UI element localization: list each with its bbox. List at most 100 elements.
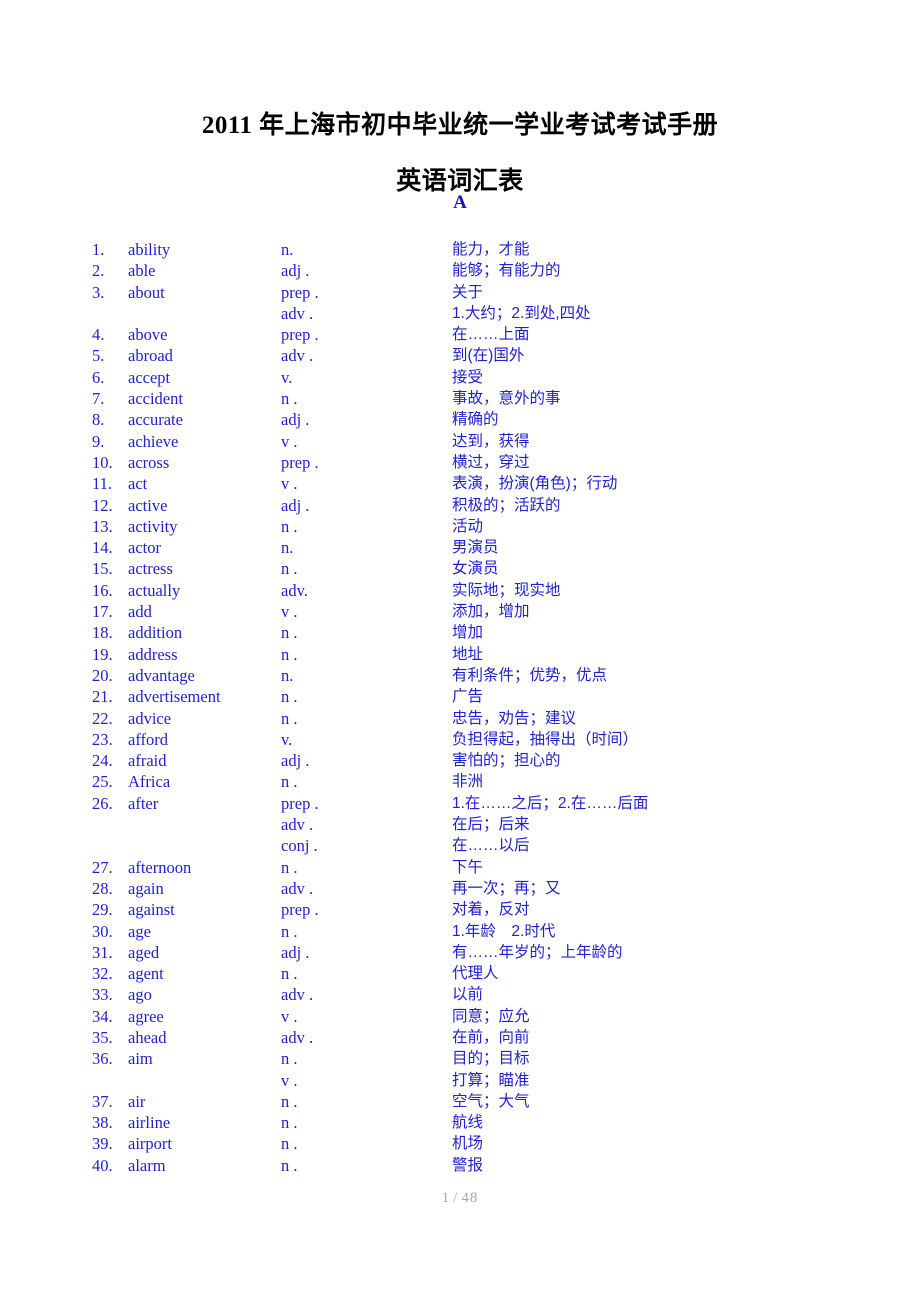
entry-part-of-speech: n . [281, 857, 298, 877]
entry-definition: 对着，反对 [452, 901, 530, 919]
entry-definition: 机场 [452, 1135, 484, 1153]
vocabulary-row: 37. air n . 空气；大气 [0, 1091, 920, 1112]
entry-part-of-speech: n. [281, 665, 294, 685]
entry-number: 21. [92, 687, 113, 707]
entry-part-of-speech: v . [281, 431, 298, 451]
page-title: 2011 年上海市初中毕业统一学业考试考试手册 [201, 111, 719, 139]
vocabulary-row: 32. agent n . 代理人 [0, 963, 920, 984]
entry-part-of-speech: n . [281, 1134, 298, 1154]
entry-word: again [128, 878, 164, 898]
entry-word: actor [128, 538, 161, 558]
entry-word: abroad [128, 346, 173, 366]
entry-number: 27. [92, 857, 113, 877]
entry-number: 37. [92, 1091, 113, 1111]
entry-part-of-speech: n . [281, 389, 298, 409]
entry-part-of-speech: prep . [281, 282, 319, 302]
entry-definition: 关于 [452, 283, 484, 301]
entry-word: activity [128, 516, 178, 536]
entry-number: 26. [92, 793, 113, 813]
section-heading-letter: A [453, 192, 467, 213]
vocabulary-row: 18. addition n . 增加 [0, 622, 920, 643]
vocabulary-row: conj . 在……以后 [0, 835, 920, 856]
entry-definition: 能力，才能 [452, 241, 530, 258]
vocabulary-row: 35. ahead adv . 在前，向前 [0, 1027, 920, 1048]
entry-definition: 有利条件；优势，优点 [452, 666, 608, 684]
entry-part-of-speech: prep . [281, 793, 319, 813]
entry-word: afford [128, 729, 169, 749]
entry-word: aged [128, 942, 160, 962]
entry-word: achieve [128, 431, 179, 451]
entry-definition: 在前，向前 [452, 1028, 530, 1046]
entry-definition: 在……上面 [452, 326, 530, 344]
entry-part-of-speech: v. [281, 367, 293, 387]
entry-definition: 警报 [452, 1156, 484, 1174]
entry-part-of-speech: adv . [281, 985, 314, 1005]
entry-part-of-speech: n . [281, 921, 298, 941]
entry-part-of-speech: v . [281, 474, 298, 494]
vocabulary-row: 3. about prep . 关于 [0, 282, 920, 303]
entry-number: 14. [92, 538, 113, 558]
entry-definition: 负担得起，抽得出（时间） [452, 730, 639, 748]
vocabulary-row: 31. aged adj . 有……年岁的；上年龄的 [0, 942, 920, 963]
entry-definition: 有……年岁的；上年龄的 [452, 943, 623, 961]
entry-part-of-speech: v . [281, 1070, 298, 1090]
vocabulary-row: 4. above prep . 在……上面 [0, 324, 920, 345]
entry-word: airline [128, 1113, 171, 1133]
vocabulary-row: 12. active adj . 积极的；活跃的 [0, 495, 920, 516]
entry-part-of-speech: n . [281, 1091, 298, 1111]
entry-definition: 再一次；再；又 [452, 879, 561, 897]
entry-part-of-speech: adj . [281, 751, 310, 771]
entry-word: add [128, 602, 152, 622]
entry-number: 7. [92, 389, 105, 409]
vocabulary-row: 20. advantage n. 有利条件；优势，优点 [0, 665, 920, 686]
entry-number: 10. [92, 452, 113, 472]
entry-part-of-speech: prep . [281, 452, 319, 472]
vocabulary-row: 7. accident n . 事故，意外的事 [0, 388, 920, 409]
entry-part-of-speech: adv. [281, 580, 308, 600]
entry-definition: 航线 [452, 1114, 484, 1132]
entry-definition: 地址 [452, 645, 484, 663]
entry-part-of-speech: adv . [281, 346, 314, 366]
entry-word: agree [128, 1006, 164, 1026]
entry-word: ahead [128, 1027, 167, 1047]
entry-part-of-speech: adv . [281, 878, 314, 898]
entry-part-of-speech: v . [281, 602, 298, 622]
entry-number: 35. [92, 1027, 113, 1047]
entry-number: 38. [92, 1113, 113, 1133]
entry-part-of-speech: prep . [281, 900, 319, 920]
entry-definition: 空气；大气 [452, 1092, 530, 1110]
entry-definition: 广告 [452, 688, 484, 706]
entry-number: 16. [92, 580, 113, 600]
vocabulary-row: 9. achieve v . 达到，获得 [0, 431, 920, 452]
entry-definition: 忠告，劝告；建议 [452, 709, 577, 727]
entry-part-of-speech: adv . [281, 815, 314, 835]
vocabulary-row: 26. after prep . 1.在……之后；2.在……后面 [0, 793, 920, 814]
entry-definition: 积极的；活跃的 [452, 496, 561, 514]
entry-part-of-speech: n . [281, 516, 298, 536]
vocabulary-row: 27. afternoon n . 下午 [0, 857, 920, 878]
entry-number: 34. [92, 1006, 113, 1026]
vocabulary-row: 33. ago adv . 以前 [0, 984, 920, 1005]
entry-word: advice [128, 708, 172, 728]
entry-number: 17. [92, 602, 113, 622]
entry-definition: 表演，扮演(角色)；行动 [452, 475, 618, 493]
entry-number: 33. [92, 985, 113, 1005]
entry-word: accurate [128, 410, 183, 430]
entry-definition: 女演员 [452, 560, 499, 578]
entry-number: 8. [92, 410, 105, 430]
entry-number: 39. [92, 1134, 113, 1154]
entry-part-of-speech: adj . [281, 261, 310, 281]
entry-word: air [128, 1091, 146, 1111]
entry-definition: 在……以后 [452, 837, 530, 855]
entry-number: 40. [92, 1155, 113, 1175]
entry-definition: 以前 [452, 986, 484, 1004]
entry-number: 2. [92, 261, 105, 281]
entry-part-of-speech: n . [281, 623, 298, 643]
entry-number: 20. [92, 665, 113, 685]
entry-number: 22. [92, 708, 113, 728]
entry-word: afraid [128, 751, 167, 771]
entry-word: active [128, 495, 168, 515]
entry-number: 29. [92, 900, 113, 920]
entry-definition: 害怕的；担心的 [452, 752, 561, 770]
entry-part-of-speech: adv . [281, 303, 314, 323]
